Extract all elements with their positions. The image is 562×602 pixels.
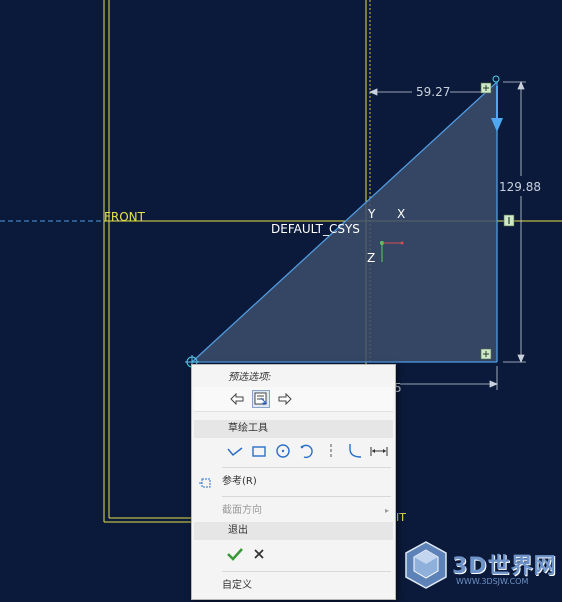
next-icon[interactable] — [276, 390, 294, 408]
dim-label-right[interactable]: 129.88 — [499, 180, 541, 194]
menu-separator — [222, 467, 391, 468]
exit-row — [192, 540, 395, 568]
watermark-text: 3D世界网 — [452, 554, 557, 579]
axis-y-label: Y — [367, 207, 376, 221]
front-plane-label[interactable]: FRONT — [104, 210, 146, 224]
pick-from-list-icon[interactable] — [252, 390, 270, 408]
fillet-icon[interactable] — [346, 442, 364, 460]
arc-icon[interactable] — [298, 442, 316, 460]
reference-icon — [198, 476, 212, 498]
sketch-tools-title: 草绘工具 — [194, 420, 393, 438]
previous-icon[interactable] — [228, 390, 246, 408]
watermark-url: WWW.3DSJW.COM — [456, 577, 529, 586]
preselect-title: 预选选项: — [228, 372, 272, 383]
preselect-row — [194, 387, 393, 412]
context-menu[interactable]: 预选选项: 草绘工具 参考(R) 截面方向 ▸ 退出 自定义 — [191, 364, 396, 600]
watermark-logo: 3D世界网 WWW.3DSJW.COM — [404, 540, 560, 598]
vertex-marker[interactable] — [492, 75, 500, 83]
menu-item-customize-label: 自定义 — [222, 580, 252, 591]
axis-z-label: Z — [367, 251, 375, 265]
ok-check-icon[interactable] — [226, 545, 244, 563]
sketch-tools-row — [192, 438, 395, 464]
dimension-bottom[interactable] — [400, 366, 499, 390]
cancel-x-icon[interactable] — [250, 545, 268, 563]
menu-item-reference-label: 参考(R) — [222, 476, 257, 487]
dim-label-top[interactable]: 59.27 — [416, 85, 450, 99]
menu-separator — [222, 496, 391, 497]
cube-logo-icon — [405, 541, 447, 589]
dimension-icon[interactable] — [370, 442, 388, 460]
submenu-arrow-icon: ▸ — [384, 506, 389, 515]
menu-item-section-direction-label: 截面方向 — [222, 505, 262, 516]
menu-item-section-direction[interactable]: 截面方向 ▸ — [192, 500, 395, 522]
centerline-icon[interactable] — [322, 442, 340, 460]
right-plane-label[interactable]: IT — [396, 511, 406, 524]
menu-separator — [222, 571, 391, 572]
exit-title: 退出 — [194, 522, 393, 540]
circle-icon[interactable] — [274, 442, 292, 460]
menu-item-customize[interactable]: 自定义 — [192, 575, 395, 597]
menu-item-reference[interactable]: 参考(R) — [192, 471, 395, 493]
csys-label[interactable]: DEFAULT_CSYS — [271, 222, 360, 236]
rectangle-icon[interactable] — [250, 442, 268, 460]
axis-x-label: X — [397, 207, 405, 221]
line-chain-icon[interactable] — [226, 442, 244, 460]
